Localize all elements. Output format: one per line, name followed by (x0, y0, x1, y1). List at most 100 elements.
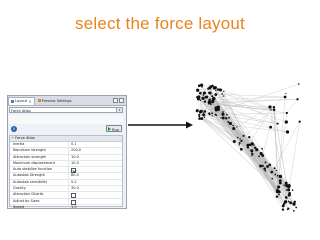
run-button[interactable]: Run (106, 125, 122, 132)
graph-node[interactable] (278, 191, 280, 193)
graph-node[interactable] (232, 127, 236, 131)
graph-node[interactable] (270, 170, 274, 174)
graph-node[interactable] (246, 146, 250, 149)
graph-node[interactable] (261, 154, 265, 157)
graph-node[interactable] (242, 134, 245, 137)
graph-node[interactable] (283, 95, 287, 99)
graph-node[interactable] (284, 120, 288, 124)
graph-node[interactable] (298, 120, 301, 123)
property-value[interactable]: 80.0 (68, 173, 122, 179)
graph-node[interactable] (200, 91, 202, 94)
chevron-down-icon[interactable]: ▾ (116, 108, 122, 112)
graph-node[interactable] (285, 111, 288, 115)
graph-node[interactable] (275, 195, 279, 198)
graph-node[interactable] (247, 143, 250, 147)
graph-node[interactable] (258, 155, 261, 158)
graph-node[interactable] (220, 117, 222, 119)
graph-node[interactable] (276, 174, 279, 177)
graph-node[interactable] (297, 83, 300, 85)
graph-node[interactable] (236, 136, 239, 139)
graph-node[interactable] (238, 142, 241, 145)
graph-node[interactable] (197, 95, 201, 99)
graph-node[interactable] (296, 98, 299, 101)
maximize-icon[interactable] (119, 98, 124, 103)
graph-node[interactable] (202, 94, 205, 96)
tab-preview-settings[interactable]: Preview Settings (36, 97, 74, 105)
graph-node[interactable] (202, 112, 205, 115)
graph-node[interactable] (281, 208, 285, 211)
graph-node[interactable] (221, 112, 225, 116)
graph-node[interactable] (276, 122, 279, 125)
graph-node[interactable] (282, 202, 286, 205)
close-icon[interactable]: × (28, 99, 31, 104)
graph-node[interactable] (226, 113, 228, 116)
graph-node[interactable] (250, 149, 254, 153)
graph-node[interactable] (295, 206, 298, 209)
graph-node[interactable] (284, 196, 288, 199)
graph-node[interactable] (217, 106, 219, 108)
graph-node[interactable] (287, 200, 290, 203)
graph-node[interactable] (200, 117, 204, 120)
graph-node[interactable] (221, 93, 223, 95)
graph-node[interactable] (203, 116, 206, 119)
tab-layout[interactable]: Layout × (8, 96, 35, 105)
graph-node[interactable] (261, 147, 263, 150)
graph-node[interactable] (263, 167, 266, 170)
graph-node[interactable] (238, 144, 240, 146)
graph-node[interactable] (239, 138, 241, 140)
graph-node[interactable] (199, 110, 203, 114)
info-icon[interactable]: i (11, 126, 17, 132)
graph-node[interactable] (289, 201, 293, 205)
graph-node[interactable] (196, 88, 200, 92)
graph-node[interactable] (264, 169, 267, 172)
graph-node[interactable] (211, 95, 214, 98)
graph-node[interactable] (251, 152, 254, 156)
graph-node[interactable] (202, 91, 206, 95)
graph-node[interactable] (201, 96, 205, 100)
property-value[interactable]: 30.0 (68, 186, 122, 192)
graph-node[interactable] (207, 102, 210, 105)
property-value[interactable]: 10.0 (68, 160, 122, 167)
graph-node[interactable] (203, 110, 206, 113)
graph-node[interactable] (271, 177, 274, 180)
graph-node[interactable] (286, 208, 289, 211)
graph-node[interactable] (272, 108, 276, 112)
minimize-icon[interactable] (113, 98, 118, 103)
graph-node[interactable] (222, 111, 224, 113)
graph-visualization[interactable] (185, 75, 315, 225)
property-value[interactable]: 0.2 (68, 179, 122, 186)
graph-node[interactable] (198, 115, 201, 118)
graph-node[interactable] (198, 117, 201, 120)
graph-node[interactable] (221, 116, 225, 120)
graph-node[interactable] (255, 149, 257, 152)
graph-node[interactable] (232, 140, 236, 144)
graph-node[interactable] (268, 105, 272, 109)
graph-node[interactable] (228, 116, 230, 119)
graph-node[interactable] (227, 121, 230, 123)
graph-node[interactable] (209, 98, 212, 100)
property-checkbox[interactable] (71, 193, 76, 199)
property-value[interactable]: 200.0 (68, 148, 122, 154)
graph-node[interactable] (264, 161, 267, 164)
graph-node[interactable] (286, 188, 289, 191)
graph-node[interactable] (287, 185, 291, 189)
graph-node[interactable] (218, 88, 221, 91)
graph-node[interactable] (285, 130, 290, 134)
graph-node[interactable] (207, 87, 210, 90)
graph-node[interactable] (215, 89, 217, 92)
graph-node[interactable] (253, 146, 257, 149)
graph-node[interactable] (232, 124, 234, 127)
graph-node[interactable] (200, 83, 204, 87)
graph-node[interactable] (240, 139, 243, 142)
graph-node[interactable] (223, 90, 225, 93)
graph-node[interactable] (212, 100, 215, 102)
graph-node[interactable] (285, 189, 288, 191)
graph-node[interactable] (277, 185, 281, 189)
graph-node[interactable] (288, 183, 291, 186)
graph-node[interactable] (211, 115, 213, 117)
graph-node[interactable] (272, 105, 276, 109)
graph-node[interactable] (236, 126, 238, 128)
graph-node[interactable] (208, 91, 212, 95)
property-checkbox[interactable] (71, 199, 76, 205)
graph-node[interactable] (251, 154, 253, 157)
